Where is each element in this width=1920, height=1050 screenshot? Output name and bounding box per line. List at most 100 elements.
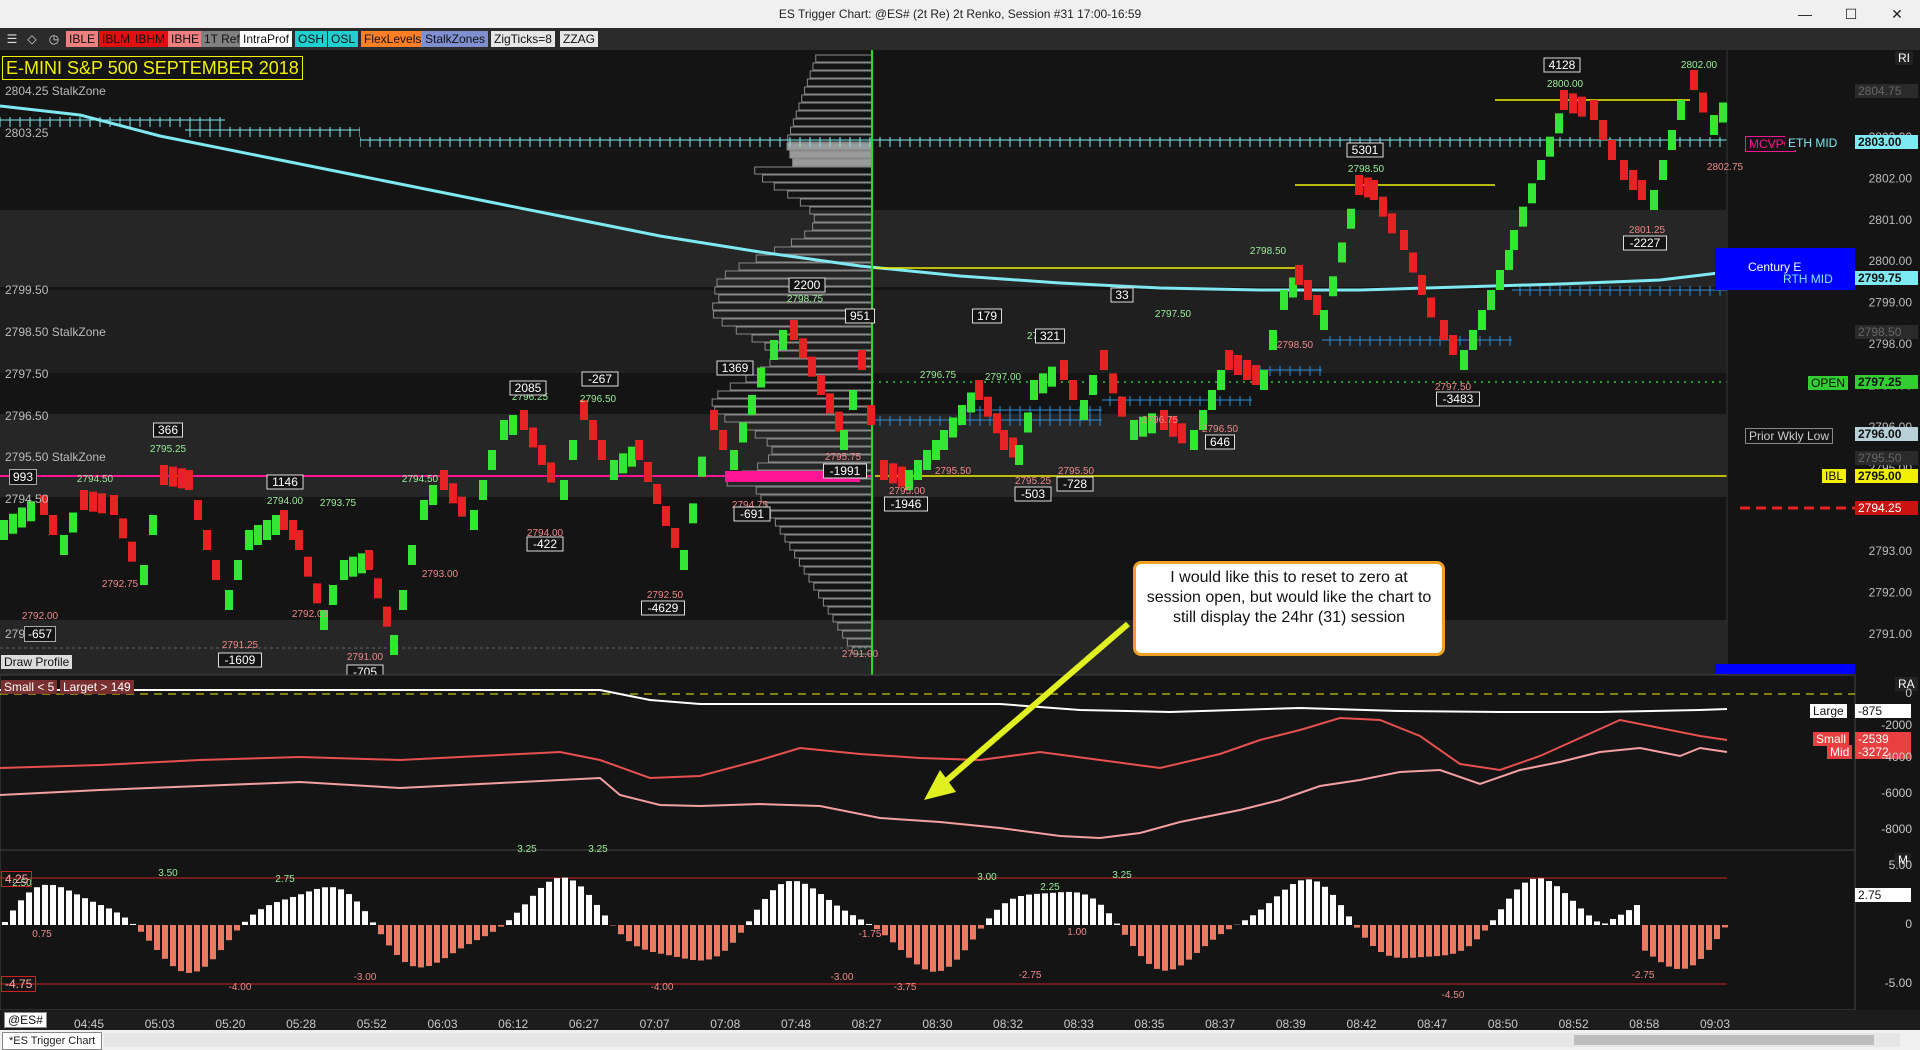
osc-negative-bar	[1714, 925, 1720, 940]
osc-positive-bar	[282, 899, 288, 925]
renko-down-brick	[98, 493, 106, 514]
renko-down-brick	[1069, 380, 1077, 400]
osc-negative-bar	[426, 925, 432, 967]
renko-up-brick	[1347, 208, 1355, 229]
swing-high-label: 2793.75	[320, 498, 357, 509]
renko-down-brick	[889, 463, 897, 484]
price-chart[interactable]: 2794.50 2795.25 2794.00 2793.75 2794.50 2796.…	[0, 0, 1920, 1010]
renko-up-brick	[1469, 330, 1477, 350]
large-label: Large	[1810, 704, 1847, 718]
renko-down-brick	[458, 496, 466, 517]
osc-negative-bar	[1442, 925, 1448, 956]
osc-positive-bar	[770, 890, 776, 925]
renko-up-brick	[69, 512, 77, 533]
renko-down-brick	[1100, 350, 1108, 370]
osc-positive-bar	[1346, 916, 1352, 925]
osc-positive-bar	[522, 904, 528, 925]
osc-positive-bar	[338, 889, 344, 925]
swing-low-label: 2802.75	[1707, 162, 1744, 173]
renko-down-brick	[1355, 175, 1363, 195]
bottom-bar: *ES Trigger Chart	[0, 1030, 1920, 1050]
osc-positive-bar	[242, 921, 248, 925]
osc-positive-bar	[1042, 893, 1048, 925]
horizontal-scrollbar[interactable]	[104, 1033, 1900, 1047]
open-label: OPEN	[1808, 376, 1849, 390]
chart-tab[interactable]: *ES Trigger Chart	[2, 1032, 103, 1050]
osc-positive-bar	[250, 914, 256, 925]
symbol-box[interactable]: @ES#	[4, 1012, 47, 1028]
osc-trough-label: -2.75	[1632, 970, 1655, 981]
osc-positive-bar	[1306, 879, 1312, 925]
ri-label[interactable]: RI	[1895, 51, 1913, 65]
renko-up-brick	[1460, 350, 1468, 370]
osc-negative-bar	[1394, 925, 1400, 958]
osc-positive-bar	[586, 894, 592, 925]
renko-up-brick	[408, 545, 416, 565]
renko-down-brick	[835, 411, 843, 432]
renko-up-brick	[263, 520, 271, 540]
osc-positive-bar	[1298, 880, 1304, 925]
renko-up-brick	[149, 515, 157, 535]
scroll-thumb[interactable]	[1574, 1035, 1874, 1045]
swing-low-label: 2801.25	[1629, 225, 1666, 236]
price-level-label: 2799.50	[5, 283, 49, 297]
osc-negative-bar	[1666, 925, 1672, 967]
renko-down-brick	[1225, 350, 1233, 370]
time-axis-tick: 06:03	[427, 1017, 458, 1031]
renko-down-brick	[440, 470, 448, 490]
renko-up-brick	[730, 450, 738, 470]
osc-negative-bar	[1354, 925, 1360, 928]
time-axis-tick: 06:27	[568, 1017, 599, 1031]
osc-negative-bar	[410, 925, 416, 967]
renko-up-brick	[1519, 206, 1527, 227]
renko-up-brick	[940, 430, 948, 450]
renko-up-brick	[619, 453, 627, 474]
osc-positive-bar	[1594, 921, 1600, 925]
renko-up-brick	[748, 395, 756, 415]
renko-down-brick	[1690, 70, 1698, 90]
osc-negative-bar	[1146, 925, 1152, 964]
osc-positive-bar	[1082, 894, 1088, 925]
delta-tag-text: 646	[1210, 435, 1230, 449]
osc-negative-bar	[138, 925, 144, 932]
renko-down-brick	[710, 410, 718, 430]
renko-up-brick	[1015, 445, 1023, 465]
renko-down-brick	[898, 466, 906, 487]
renko-up-brick	[1528, 183, 1536, 204]
swing-low-label: 2798.50	[1277, 340, 1314, 351]
osc-negative-bar	[1138, 925, 1144, 957]
ibl-price: 2795.00	[1855, 469, 1918, 483]
renko-up-brick	[689, 503, 697, 524]
rth-zone-boxes	[872, 416, 1102, 426]
swing-low-label: 2796.50	[1202, 424, 1239, 435]
price-axis-tick: 2802.00	[1869, 171, 1913, 185]
draw-profile-button[interactable]: Draw Profile	[1, 655, 73, 669]
osc-positive-bar	[866, 923, 872, 925]
renko-down-brick	[194, 500, 202, 520]
osc-trough-label: -3.75	[894, 982, 917, 993]
osc-positive-bar	[530, 895, 536, 925]
osc-positive-bar	[266, 905, 272, 925]
osc-negative-bar	[882, 925, 888, 936]
renko-up-brick	[770, 340, 778, 360]
renko-down-brick	[212, 560, 220, 580]
time-axis-tick: 05:20	[215, 1017, 246, 1031]
osc-positive-bar	[346, 894, 352, 925]
renko-up-brick	[1217, 370, 1225, 390]
renko-up-brick	[500, 420, 508, 440]
renko-down-brick	[160, 465, 168, 485]
osc-positive-bar	[514, 912, 520, 925]
renko-down-brick	[1295, 265, 1303, 285]
osc-negative-bar	[666, 925, 672, 956]
large-value: -875	[1855, 704, 1911, 718]
rth-zone-boxes	[1512, 286, 1727, 296]
osc-positive-bar	[1330, 894, 1336, 925]
osc-negative-bar	[202, 925, 208, 967]
renko-up-brick	[1510, 230, 1518, 250]
price-level-label: 2803.25	[5, 126, 49, 140]
osc-negative-bar	[154, 925, 160, 950]
osc-positive-bar	[314, 888, 320, 925]
time-axis-tick: 04:45	[74, 1017, 105, 1031]
renko-down-brick	[1234, 355, 1242, 375]
delta-tag-text: 1146	[272, 475, 298, 489]
